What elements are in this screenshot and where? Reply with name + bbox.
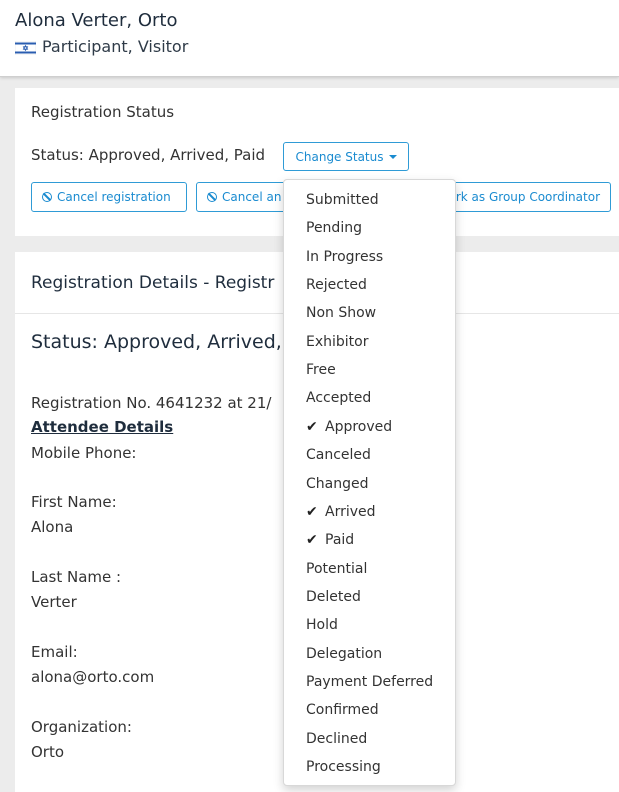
status-option-approved[interactable]: ✔ Approved — [284, 413, 455, 441]
status-option-label: Paid — [325, 532, 355, 549]
status-option-rejected[interactable]: Rejected — [284, 271, 455, 299]
status-option-free[interactable]: Free — [284, 356, 455, 384]
last-name-label: Last Name : — [31, 568, 122, 586]
first-name-label: First Name: — [31, 493, 117, 511]
status-option-submitted[interactable]: Submitted — [284, 186, 455, 214]
cancel-registration-label: Cancel registration — [57, 190, 171, 204]
status-option-changed[interactable]: Changed — [284, 470, 455, 498]
status-option-label: Payment Deferred — [306, 673, 434, 690]
last-name-value: Verter — [31, 593, 77, 611]
status-option-delegation[interactable]: Delegation — [284, 640, 455, 668]
email-label: Email: — [31, 643, 78, 661]
mobile-phone-label: Mobile Phone: — [31, 444, 137, 462]
status-option-label: Free — [306, 362, 336, 379]
first-name-value: Alona — [31, 518, 74, 536]
ban-icon — [42, 192, 52, 202]
checkmark-icon: ✔ — [306, 532, 318, 549]
status-option-label: In Progress — [306, 248, 384, 265]
ban-icon — [207, 192, 217, 202]
group-coordinator-label: rk as Group Coordinator — [455, 190, 600, 204]
organization-value: Orto — [31, 743, 65, 761]
status-option-label: Pending — [306, 220, 362, 237]
status-option-label: Accepted — [306, 390, 372, 407]
status-option-non-show[interactable]: Non Show — [284, 299, 455, 327]
registration-status-title: Registration Status — [31, 103, 175, 121]
details-status-text: Status: Approved, Arrived, P — [31, 331, 300, 353]
details-title: Registration Details - Registr — [31, 273, 275, 293]
status-option-label: Canceled — [306, 447, 371, 464]
status-option-label: Exhibitor — [306, 333, 369, 350]
checkmark-icon: ✔ — [306, 418, 318, 435]
status-option-confirmed[interactable]: Confirmed — [284, 696, 455, 724]
status-option-processing[interactable]: Processing — [284, 753, 455, 781]
status-option-deleted[interactable]: Deleted — [284, 583, 455, 611]
status-option-label: Approved — [325, 418, 393, 435]
status-option-label: Hold — [306, 617, 338, 634]
status-option-arrived[interactable]: ✔ Arrived — [284, 498, 455, 526]
status-option-label: Processing — [306, 759, 381, 775]
roles-line: Participant, Visitor — [14, 37, 189, 56]
registration-number: Registration No. 4641232 at 21/ — [31, 394, 272, 412]
cancel-and-label: Cancel an — [222, 190, 282, 204]
person-name: Alona Verter, Orto — [15, 10, 178, 31]
status-dropdown-menu: Submitted Pending In Progress Rejected Non S… — [283, 179, 456, 786]
status-option-potential[interactable]: Potential — [284, 555, 455, 583]
status-option-label: Potential — [306, 560, 368, 577]
status-option-exhibitor[interactable]: Exhibitor — [284, 328, 455, 356]
status-option-label: Delegation — [306, 645, 383, 662]
status-option-label: Non Show — [306, 305, 377, 322]
status-option-accepted[interactable]: Accepted — [284, 384, 455, 412]
status-option-label: Confirmed — [306, 702, 379, 719]
status-option-label: Arrived — [325, 503, 376, 520]
roles-text: Participant, Visitor — [42, 37, 189, 56]
change-status-label: Change Status — [295, 149, 384, 164]
status-option-label: Declined — [306, 730, 368, 747]
status-option-paid[interactable]: ✔ Paid — [284, 526, 455, 554]
status-option-label: Deleted — [306, 588, 361, 605]
status-option-label: Submitted — [306, 192, 379, 208]
change-status-button[interactable]: Change Status — [283, 142, 409, 171]
caret-down-icon — [388, 154, 397, 159]
cancel-registration-button[interactable]: Cancel registration — [31, 182, 187, 212]
email-value: alona@orto.com — [31, 668, 155, 686]
israel-flag-icon — [14, 40, 37, 55]
organization-label: Organization: — [31, 718, 132, 736]
current-status-text: Status: Approved, Arrived, Paid — [31, 146, 266, 164]
status-option-payment-deferred[interactable]: Payment Deferred — [284, 668, 455, 696]
profile-header: Alona Verter, Orto Participant, Visitor — [0, 0, 619, 77]
attendee-details-heading: Attendee Details — [31, 418, 174, 436]
status-option-label: Changed — [306, 475, 369, 492]
status-option-label: Rejected — [306, 277, 367, 294]
status-option-pending[interactable]: Pending — [284, 214, 455, 242]
status-option-canceled[interactable]: Canceled — [284, 441, 455, 469]
status-option-declined[interactable]: Declined — [284, 725, 455, 753]
status-option-in-progress[interactable]: In Progress — [284, 243, 455, 271]
checkmark-icon: ✔ — [306, 503, 318, 520]
status-option-hold[interactable]: Hold — [284, 611, 455, 639]
